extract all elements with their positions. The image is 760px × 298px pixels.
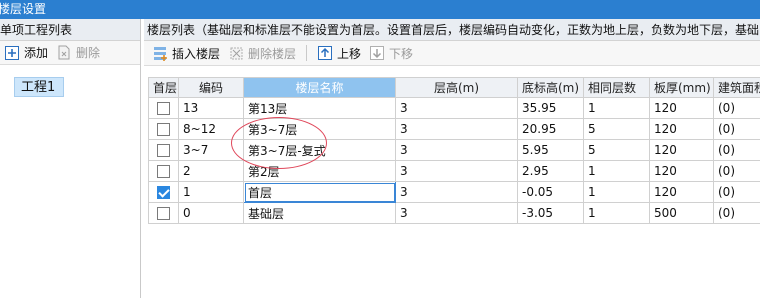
cell-same-count[interactable]: 1 (583, 202, 650, 224)
tree-item-project[interactable]: 工程1 (14, 77, 64, 97)
delete-doc-icon (56, 45, 72, 61)
cell-elevation[interactable]: -3.05 (517, 202, 584, 224)
insert-floor-button[interactable]: 插入楼层 (148, 42, 224, 64)
window-title: 楼层设置 (0, 2, 47, 16)
cell-elevation[interactable]: 35.95 (517, 97, 584, 119)
first-floor-checkbox[interactable] (157, 102, 170, 115)
add-project-label: 添加 (24, 46, 49, 60)
project-list-panel: 单项工程列表 添加 删除 工程1 (0, 19, 141, 298)
cell-height[interactable]: 3 (395, 160, 518, 182)
cell-thickness[interactable]: 120 (649, 118, 714, 140)
first-floor-checkbox[interactable] (157, 144, 170, 157)
first-floor-checkbox[interactable] (157, 123, 170, 136)
cell-area[interactable]: (0) (713, 160, 760, 182)
cell-code[interactable]: 2 (178, 160, 244, 182)
move-down-label: 下移 (389, 46, 414, 61)
cell-height[interactable]: 3 (395, 181, 518, 203)
col-header-elevation[interactable]: 底标高(m) (517, 77, 584, 98)
cell-code[interactable]: 8~12 (178, 118, 244, 140)
cell-code[interactable]: 3~7 (178, 139, 244, 161)
cell-thickness[interactable]: 120 (649, 97, 714, 119)
floor-table-body: 13 第13层 3 35.95 1 120 (0) 8~12 第3~7层 3 2… (148, 97, 760, 224)
cell-height[interactable]: 3 (395, 139, 518, 161)
col-header-height[interactable]: 层高(m) (395, 77, 518, 98)
delete-floor-label: 删除楼层 (248, 46, 297, 61)
project-list-header: 单项工程列表 (0, 19, 140, 41)
cell-same-count[interactable]: 1 (583, 97, 650, 119)
cell-area[interactable]: (0) (713, 118, 760, 140)
cell-area[interactable]: (0) (713, 202, 760, 224)
move-down-button[interactable]: 下移 (365, 42, 417, 64)
cell-name[interactable]: 基础层 (243, 202, 396, 224)
insert-floor-label: 插入楼层 (172, 46, 221, 61)
cell-name[interactable]: 第13层 (243, 97, 396, 119)
col-header-area[interactable]: 建筑面积 (713, 77, 760, 98)
add-project-button[interactable]: 添加 (0, 42, 52, 64)
cell-thickness[interactable]: 500 (649, 202, 714, 224)
col-header-thickness[interactable]: 板厚(mm) (649, 77, 714, 98)
first-floor-checkbox[interactable] (157, 207, 170, 220)
cell-height[interactable]: 3 (395, 97, 518, 119)
cell-elevation[interactable]: 5.95 (517, 139, 584, 161)
table-row[interactable]: 1 首层 3 -0.05 1 120 (0) (148, 181, 760, 203)
first-floor-checkbox[interactable] (157, 186, 170, 199)
delete-floor-button[interactable]: 删除楼层 (224, 42, 300, 64)
cell-code[interactable]: 1 (178, 181, 244, 203)
delete-rows-icon (228, 45, 244, 61)
first-floor-checkbox[interactable] (157, 165, 170, 178)
cell-height[interactable]: 3 (395, 202, 518, 224)
plus-icon (4, 45, 20, 61)
cell-name[interactable]: 第3~7层-复式 (243, 139, 396, 161)
cell-area[interactable]: (0) (713, 181, 760, 203)
arrow-down-icon (369, 45, 385, 61)
delete-project-button[interactable]: 删除 (52, 42, 104, 64)
table-row[interactable]: 0 基础层 3 -3.05 1 500 (0) (148, 202, 760, 224)
table-header-row: 首层 编码 楼层名称 层高(m) 底标高(m) 相同层数 板厚(mm) 建筑面积 (148, 77, 760, 98)
window-titlebar: 楼层设置 (0, 0, 760, 19)
cell-code[interactable]: 13 (178, 97, 244, 119)
cell-code[interactable]: 0 (178, 202, 244, 224)
cell-same-count[interactable]: 5 (583, 118, 650, 140)
floor-list-header: 楼层列表（基础层和标准层不能设置为首层。设置首层后，楼层编码自动变化，正数为地上… (144, 19, 760, 41)
table-row[interactable]: 3~7 第3~7层-复式 3 5.95 5 120 (0) (148, 139, 760, 161)
cell-same-count[interactable]: 1 (583, 181, 650, 203)
move-up-label: 上移 (337, 46, 362, 61)
cell-area[interactable]: (0) (713, 97, 760, 119)
cell-thickness[interactable]: 120 (649, 160, 714, 182)
cell-elevation[interactable]: -0.05 (517, 181, 584, 203)
cell-elevation[interactable]: 20.95 (517, 118, 584, 140)
table-row[interactable]: 2 第2层 3 2.95 1 120 (0) (148, 160, 760, 182)
cell-name[interactable]: 第2层 (243, 160, 396, 182)
floor-toolbar: 插入楼层 删除楼层 上移 下移 (144, 41, 760, 66)
col-header-name[interactable]: 楼层名称 (243, 77, 396, 98)
cell-thickness[interactable]: 120 (649, 139, 714, 161)
cell-name[interactable]: 第3~7层 (243, 118, 396, 140)
insert-rows-icon (152, 45, 168, 61)
cell-thickness[interactable]: 120 (649, 181, 714, 203)
table-row[interactable]: 13 第13层 3 35.95 1 120 (0) (148, 97, 760, 119)
project-toolbar: 添加 删除 (0, 41, 140, 65)
arrow-up-icon (317, 45, 333, 61)
cell-same-count[interactable]: 5 (583, 139, 650, 161)
cell-name[interactable]: 首层 (243, 181, 396, 203)
cell-height[interactable]: 3 (395, 118, 518, 140)
cell-same-count[interactable]: 1 (583, 160, 650, 182)
toolbar-divider (306, 45, 308, 61)
project-tree: 工程1 (0, 65, 140, 97)
table-row[interactable]: 8~12 第3~7层 3 20.95 5 120 (0) (148, 118, 760, 140)
col-header-code[interactable]: 编码 (178, 77, 244, 98)
move-up-button[interactable]: 上移 (313, 42, 365, 64)
col-header-first[interactable]: 首层 (148, 77, 179, 98)
col-header-same-count[interactable]: 相同层数 (583, 77, 650, 98)
delete-project-label: 删除 (76, 46, 101, 60)
cell-area[interactable]: (0) (713, 139, 760, 161)
floor-table: 首层 编码 楼层名称 层高(m) 底标高(m) 相同层数 板厚(mm) 建筑面积… (148, 77, 760, 224)
cell-elevation[interactable]: 2.95 (517, 160, 584, 182)
